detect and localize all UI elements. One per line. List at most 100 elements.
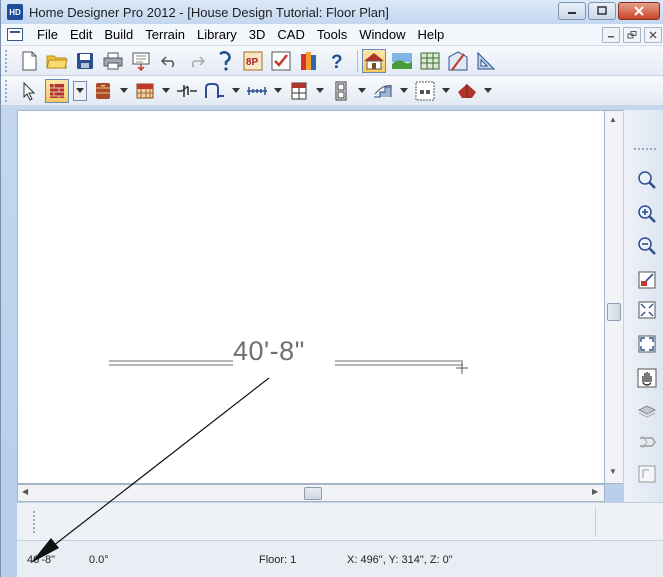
status-bar: 40'-8" 0.0° Floor: 1 X: 496", Y: 314", Z… bbox=[17, 540, 663, 577]
floor-plan-view-button[interactable] bbox=[362, 48, 386, 73]
save-button[interactable] bbox=[73, 49, 97, 73]
scroll-down-arrow-icon[interactable]: ▼ bbox=[609, 467, 617, 476]
cabinet-tool-dropdown[interactable] bbox=[119, 79, 129, 103]
menu-terrain[interactable]: Terrain bbox=[139, 27, 191, 42]
menu-build[interactable]: Build bbox=[98, 27, 139, 42]
doc-restore-button[interactable] bbox=[623, 27, 641, 43]
wall-tool-icon bbox=[50, 83, 64, 98]
window-tool-button[interactable] bbox=[287, 79, 311, 103]
roof-tool-icon bbox=[458, 83, 476, 98]
reference-button[interactable] bbox=[635, 430, 659, 454]
floor-hatch-icon bbox=[136, 83, 154, 98]
perspective-view-icon bbox=[477, 51, 496, 69]
document-menu-icon[interactable] bbox=[7, 28, 23, 41]
terrain-view-button[interactable] bbox=[390, 49, 414, 73]
library-button[interactable] bbox=[297, 49, 321, 73]
open-button[interactable] bbox=[45, 49, 69, 73]
minimize-icon bbox=[608, 36, 614, 38]
stairs-tool-icon bbox=[374, 84, 393, 97]
layer-button[interactable] bbox=[635, 398, 659, 422]
door-tool-dropdown[interactable] bbox=[231, 79, 241, 103]
vertical-scrollbar[interactable]: ▲ ▼ bbox=[605, 110, 623, 484]
fill-window-button[interactable] bbox=[635, 298, 659, 322]
cabinet-tool-button[interactable] bbox=[91, 79, 115, 103]
undo-button[interactable] bbox=[157, 49, 181, 73]
print-button[interactable] bbox=[101, 49, 125, 73]
menu-library[interactable]: Library bbox=[191, 27, 243, 42]
print-preview-button[interactable] bbox=[129, 49, 153, 73]
help-pointer-button[interactable] bbox=[213, 49, 237, 73]
toolbar-separator bbox=[357, 49, 358, 72]
elevation-view-button[interactable] bbox=[446, 49, 470, 73]
dimension-label[interactable]: 40'-8" bbox=[233, 336, 305, 367]
page-button[interactable] bbox=[635, 462, 659, 486]
vertical-scroll-thumb[interactable] bbox=[607, 303, 621, 321]
doc-close-button[interactable] bbox=[644, 27, 662, 43]
dimension-tool-button[interactable] bbox=[245, 79, 269, 103]
floor-hatch-dropdown[interactable] bbox=[161, 79, 171, 103]
pan-hand-icon bbox=[637, 368, 657, 388]
scroll-right-arrow-icon[interactable]: ▶ bbox=[592, 487, 598, 496]
building-toolbar bbox=[1, 76, 663, 106]
zoom-out-button[interactable] bbox=[635, 234, 659, 258]
zoom-button[interactable] bbox=[635, 168, 659, 192]
print-icon bbox=[103, 52, 123, 69]
menu-file[interactable]: File bbox=[31, 27, 64, 42]
window-tool-dropdown[interactable] bbox=[315, 79, 325, 103]
doc-minimize-button[interactable] bbox=[602, 27, 620, 43]
zoom-icon bbox=[638, 171, 656, 189]
reference-icon bbox=[640, 435, 656, 449]
redo-button[interactable] bbox=[185, 49, 209, 73]
room-tool-button[interactable] bbox=[413, 79, 437, 103]
toolbar-grip[interactable] bbox=[634, 148, 656, 154]
chevron-down-icon bbox=[442, 87, 450, 93]
scroll-up-arrow-icon[interactable]: ▲ bbox=[609, 115, 617, 124]
dimension-tool-icon bbox=[247, 86, 267, 95]
cabinet-tool-icon bbox=[96, 82, 110, 99]
minimize-button[interactable] bbox=[558, 2, 586, 20]
open-folder-icon bbox=[46, 55, 68, 68]
perspective-view-button[interactable] bbox=[474, 49, 498, 73]
cabinet-column-dropdown[interactable] bbox=[357, 79, 367, 103]
roof-tool-dropdown[interactable] bbox=[483, 79, 493, 103]
menu-3d[interactable]: 3D bbox=[243, 27, 272, 42]
close-button[interactable] bbox=[618, 2, 660, 20]
pan-button[interactable] bbox=[635, 366, 659, 390]
undo-zoom-button[interactable] bbox=[635, 268, 659, 292]
help-button[interactable]: ? bbox=[325, 49, 349, 73]
room-tool-dropdown[interactable] bbox=[441, 79, 451, 103]
menu-cad[interactable]: CAD bbox=[271, 27, 310, 42]
checklist-button[interactable] bbox=[269, 49, 293, 73]
toolbar-grip[interactable] bbox=[5, 49, 11, 72]
title-bar[interactable]: HD Home Designer Pro 2012 - [House Desig… bbox=[1, 0, 663, 24]
menu-edit[interactable]: Edit bbox=[64, 27, 98, 42]
stairs-tool-dropdown[interactable] bbox=[399, 79, 409, 103]
cabinet-column-button[interactable] bbox=[329, 79, 353, 103]
wall-tool-button[interactable] bbox=[45, 78, 69, 103]
chevron-down-icon bbox=[76, 87, 84, 93]
maximize-button[interactable] bbox=[588, 2, 616, 20]
select-objects-button[interactable] bbox=[17, 79, 41, 103]
drawing-canvas[interactable] bbox=[17, 110, 605, 484]
menu-window[interactable]: Window bbox=[353, 27, 411, 42]
cross-section-button[interactable] bbox=[418, 49, 442, 73]
horizontal-scrollbar[interactable]: ◀ ▶ bbox=[17, 484, 605, 502]
scroll-left-arrow-icon[interactable]: ◀ bbox=[22, 487, 28, 496]
plan-materials-button[interactable]: 8P bbox=[241, 49, 265, 73]
toolbar-grip[interactable] bbox=[5, 79, 11, 102]
menu-help[interactable]: Help bbox=[411, 27, 450, 42]
roof-tool-button[interactable] bbox=[455, 79, 479, 103]
window-controls bbox=[558, 2, 660, 20]
new-file-button[interactable] bbox=[17, 49, 41, 73]
stairs-tool-button[interactable] bbox=[371, 79, 395, 103]
toolbar-grip[interactable] bbox=[33, 511, 37, 533]
wall-tool-dropdown[interactable] bbox=[73, 80, 87, 101]
horizontal-scroll-thumb[interactable] bbox=[304, 487, 322, 500]
menu-tools[interactable]: Tools bbox=[311, 27, 353, 42]
fill-window-building-button[interactable] bbox=[635, 332, 659, 356]
zoom-in-button[interactable] bbox=[635, 202, 659, 226]
dimension-tool-dropdown[interactable] bbox=[273, 79, 283, 103]
floor-hatch-button[interactable] bbox=[133, 79, 157, 103]
electrical-button[interactable] bbox=[175, 79, 199, 103]
door-tool-button[interactable] bbox=[203, 79, 227, 103]
